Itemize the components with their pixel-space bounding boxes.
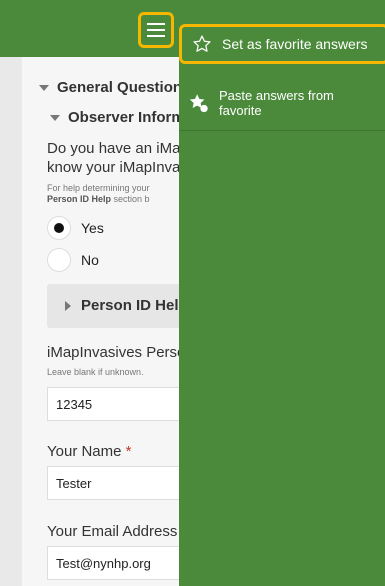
star-paste-icon — [179, 92, 219, 114]
menu-divider — [179, 130, 385, 131]
help-text-1: For help determining your — [47, 183, 150, 193]
name-label: Your Name * — [47, 443, 132, 460]
favorites-menu-drawer: Set as favorite answers Paste answers fr… — [179, 0, 385, 586]
help-rest: section b — [111, 194, 150, 204]
radio-no[interactable]: No — [47, 248, 99, 272]
radio-yes[interactable]: Yes — [47, 216, 104, 240]
caret-down-icon — [50, 115, 60, 122]
star-outline-icon — [182, 34, 222, 54]
menu-button[interactable] — [138, 12, 174, 48]
paste-favorite-label: Paste answers from favorite — [219, 88, 334, 118]
radio-no-label: No — [81, 252, 99, 268]
radio-selected-icon — [47, 216, 71, 240]
paste-favorite-menu-item[interactable]: Paste answers from favorite — [179, 76, 385, 130]
help-bold: Person ID Help — [47, 194, 112, 204]
set-favorite-label: Set as favorite answers — [222, 35, 368, 52]
radio-unselected-icon — [47, 248, 71, 272]
caret-right-icon — [65, 301, 71, 312]
general-questions-group[interactable]: General Questions — [39, 79, 190, 96]
general-questions-title: General Questions — [57, 79, 191, 96]
help-text-2: Person ID Help section b — [47, 194, 150, 205]
radio-yes-label: Yes — [81, 220, 104, 236]
name-label-text: Your Name — [47, 443, 122, 460]
caret-down-icon — [39, 85, 49, 92]
person-id-help-title: Person ID Help — [81, 297, 188, 314]
email-label: Your Email Address — [47, 523, 178, 540]
person-id-hint: Leave blank if unknown. — [47, 367, 144, 377]
set-favorite-menu-item[interactable]: Set as favorite answers — [179, 24, 385, 64]
hamburger-icon — [147, 23, 165, 37]
paste-label-line2: favorite — [219, 103, 262, 118]
paste-label-line1: Paste answers from — [219, 88, 334, 103]
required-mark: * — [125, 443, 132, 460]
